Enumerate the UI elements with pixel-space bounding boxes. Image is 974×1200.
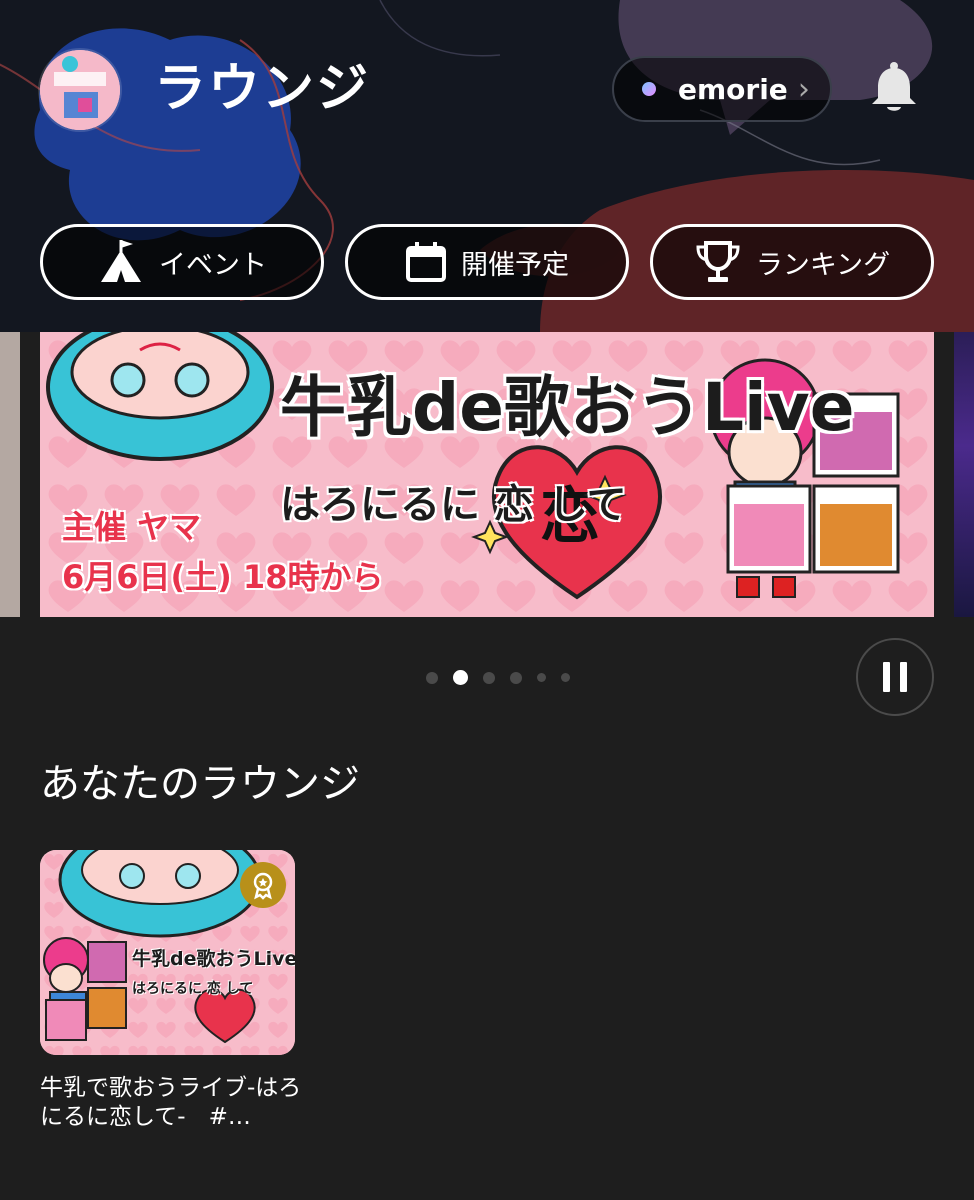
event-banner[interactable]: 恋 牛乳de歌おうLive はろにるに 恋 して 主催 ヤマ 6月6日(土) 1… xyxy=(40,332,934,617)
events-button[interactable]: イベント xyxy=(40,224,324,300)
page-dot[interactable] xyxy=(537,673,546,682)
events-label: イベント xyxy=(159,249,267,281)
card-thumb-subtitle: はろにるに 恋 して xyxy=(132,981,254,997)
pause-button[interactable] xyxy=(856,638,934,716)
schedule-label: 開催予定 xyxy=(461,249,569,281)
emorie-button[interactable]: emorie › xyxy=(612,56,832,122)
banner-date: 6月6日(土) 18時から xyxy=(62,558,384,596)
carousel-next-peek[interactable] xyxy=(954,332,974,617)
calendar-icon xyxy=(406,242,446,282)
lounge-avatar[interactable] xyxy=(40,50,120,130)
emorie-dot-icon xyxy=(642,82,656,96)
page-title: ラウンジ xyxy=(154,59,371,119)
page-dot-active[interactable] xyxy=(453,670,468,685)
carousel-pagination xyxy=(426,670,585,685)
ranking-button[interactable]: ランキング xyxy=(650,224,934,300)
banner-host: 主催 ヤマ xyxy=(62,508,202,546)
card-thumb-title: 牛乳de歌おうLive xyxy=(132,948,295,970)
award-medal-icon xyxy=(240,862,286,908)
your-lounge-heading: あなたのラウンジ xyxy=(40,761,360,807)
trophy-icon xyxy=(696,241,740,282)
banner-subtitle: はろにるに 恋 して xyxy=(280,482,627,528)
schedule-button[interactable]: 開催予定 xyxy=(345,224,629,300)
page-dot[interactable] xyxy=(561,673,570,682)
carousel-prev-peek[interactable] xyxy=(0,332,20,617)
lounge-card-title[interactable]: 牛乳で歌おうライブ-はろにるに恋して- #… xyxy=(40,1074,302,1132)
ranking-label: ランキング xyxy=(755,249,891,281)
emorie-label: emorie xyxy=(678,72,788,106)
page-dot[interactable] xyxy=(510,671,522,684)
banner-title: 牛乳de歌おうLive xyxy=(280,369,855,446)
bell-icon[interactable] xyxy=(866,60,922,116)
page-dot[interactable] xyxy=(426,671,438,684)
chevron-right-icon: › xyxy=(797,71,810,107)
tent-icon xyxy=(101,240,141,282)
pause-icon xyxy=(883,662,890,692)
page-dot[interactable] xyxy=(483,671,495,684)
